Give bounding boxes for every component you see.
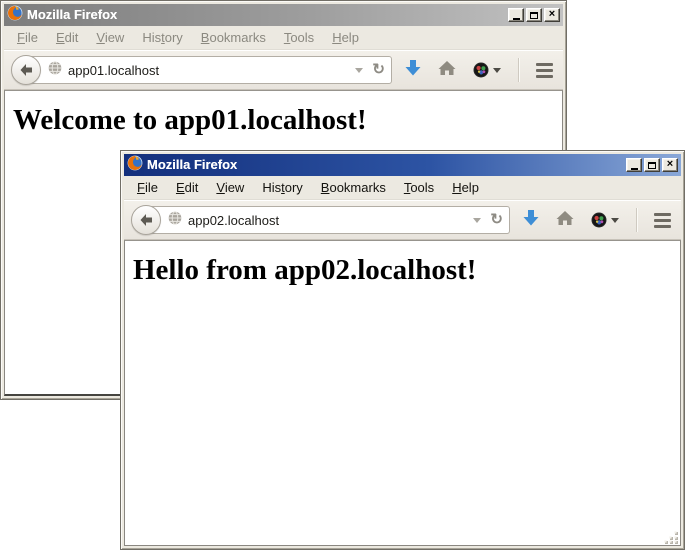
maximize-button[interactable] — [526, 8, 542, 22]
window-title: Mozilla Firefox — [27, 4, 504, 26]
home-icon — [556, 210, 574, 226]
reload-icon[interactable]: ↻ — [372, 62, 385, 77]
menu-item-help[interactable]: Help — [323, 27, 368, 48]
toolbar-separator — [518, 58, 519, 82]
urlbar-dropdown-icon[interactable] — [355, 68, 363, 73]
menu-item-help[interactable]: Help — [443, 177, 488, 198]
hamburger-icon — [536, 63, 553, 66]
close-button[interactable]: × — [544, 8, 560, 22]
globe-icon — [48, 61, 62, 80]
url-input[interactable]: app01.localhost ↻ — [25, 56, 392, 84]
firefox-logo-icon — [127, 155, 143, 176]
navigation-toolbar: app02.localhost ↻ — [124, 200, 681, 240]
back-button[interactable] — [11, 55, 41, 85]
page-heading: Welcome to app01.localhost! — [13, 103, 554, 138]
minimize-button[interactable] — [508, 8, 524, 22]
minimize-icon — [513, 18, 520, 20]
menu-hamburger-button[interactable] — [654, 211, 671, 230]
color-lens-icon — [473, 62, 489, 78]
menu-item-tools[interactable]: Tools — [275, 27, 323, 48]
url-input[interactable]: app02.localhost ↻ — [145, 206, 510, 234]
menu-item-edit[interactable]: Edit — [167, 177, 207, 198]
url-text: app01.localhost — [68, 63, 349, 78]
menu-item-tools[interactable]: Tools — [395, 177, 443, 198]
color-lens-icon — [591, 212, 607, 228]
resize-grip[interactable] — [664, 529, 679, 544]
extension-button[interactable] — [591, 212, 619, 228]
menu-bar: FileEditViewHistoryBookmarksToolsHelp — [124, 176, 681, 200]
chevron-down-icon — [493, 68, 501, 73]
globe-icon — [168, 211, 182, 230]
download-button[interactable] — [405, 59, 421, 82]
reload-icon[interactable]: ↻ — [490, 212, 503, 227]
back-arrow-icon — [138, 212, 154, 228]
desktop: { "colors": { "desktop_bg": "#ffffff", "… — [0, 0, 688, 551]
title-bar[interactable]: Mozilla Firefox × — [124, 154, 681, 176]
download-arrow-icon — [523, 209, 539, 227]
back-button[interactable] — [131, 205, 161, 235]
menu-item-edit[interactable]: Edit — [47, 27, 87, 48]
urlbar-dropdown-icon[interactable] — [473, 218, 481, 223]
page-heading: Hello from app02.localhost! — [133, 253, 672, 288]
maximize-icon — [648, 162, 656, 169]
firefox-window-app02: Mozilla Firefox × FileEditViewHistoryBoo… — [120, 150, 685, 550]
menu-item-view[interactable]: View — [207, 177, 253, 198]
home-button[interactable] — [556, 210, 574, 231]
minimize-button[interactable] — [626, 158, 642, 172]
menu-item-history[interactable]: History — [133, 27, 191, 48]
maximize-button[interactable] — [644, 158, 660, 172]
window-title: Mozilla Firefox — [147, 154, 622, 176]
menu-item-history[interactable]: History — [253, 177, 311, 198]
download-button[interactable] — [523, 209, 539, 232]
close-icon: × — [549, 9, 555, 20]
close-button[interactable]: × — [662, 158, 678, 172]
menu-item-file[interactable]: File — [128, 177, 167, 198]
title-bar[interactable]: Mozilla Firefox × — [4, 4, 563, 26]
chevron-down-icon — [611, 218, 619, 223]
menu-hamburger-button[interactable] — [536, 61, 553, 80]
home-icon — [438, 60, 456, 76]
menu-item-view[interactable]: View — [87, 27, 133, 48]
menu-item-bookmarks[interactable]: Bookmarks — [192, 27, 275, 48]
download-arrow-icon — [405, 59, 421, 77]
menu-item-file[interactable]: File — [8, 27, 47, 48]
toolbar-separator — [636, 208, 637, 232]
minimize-icon — [631, 168, 638, 170]
close-icon: × — [667, 159, 673, 170]
hamburger-icon — [654, 213, 671, 216]
page-content: Hello from app02.localhost! — [124, 240, 681, 546]
maximize-icon — [530, 12, 538, 19]
menu-bar: FileEditViewHistoryBookmarksToolsHelp — [4, 26, 563, 50]
url-text: app02.localhost — [188, 213, 467, 228]
back-arrow-icon — [18, 62, 34, 78]
navigation-toolbar: app01.localhost ↻ — [4, 50, 563, 90]
extension-button[interactable] — [473, 62, 501, 78]
firefox-logo-icon — [7, 5, 23, 26]
home-button[interactable] — [438, 60, 456, 81]
menu-item-bookmarks[interactable]: Bookmarks — [312, 177, 395, 198]
